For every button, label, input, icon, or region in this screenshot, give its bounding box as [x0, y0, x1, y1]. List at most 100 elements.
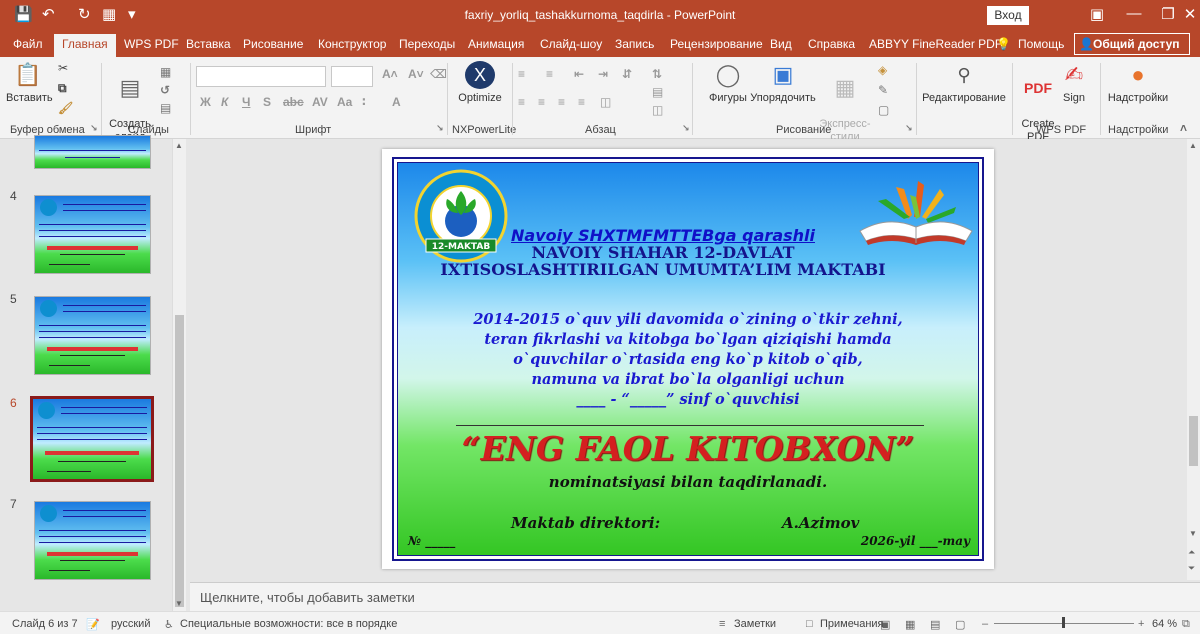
shadow-icon[interactable]: S	[263, 95, 271, 109]
normal-view-icon[interactable]: ▣	[880, 618, 890, 631]
close-icon[interactable]: ✕	[1180, 5, 1200, 23]
strikethrough-icon[interactable]: abc	[283, 95, 304, 109]
paragraph-launcher-icon[interactable]: ↘	[682, 123, 690, 134]
shape-outline-icon[interactable]: ✎	[878, 83, 888, 97]
ribbon-display-options-icon[interactable]: ▣	[1087, 5, 1107, 23]
lightbulb-icon[interactable]: 💡	[996, 37, 1011, 51]
bold-icon[interactable]: Ж	[200, 95, 211, 109]
notes-pane[interactable]: Щелкните, чтобы добавить заметки	[190, 582, 1200, 611]
clear-format-icon[interactable]: ⌫	[430, 67, 447, 81]
clipboard-launcher-icon[interactable]: ↘	[90, 123, 98, 134]
underline-icon[interactable]: Ч	[242, 95, 250, 109]
slide-thumbnail-7[interactable]	[34, 501, 151, 580]
font-size-combo[interactable]	[331, 66, 373, 87]
slide-thumbnail-4[interactable]	[34, 195, 151, 274]
slide-counter[interactable]: Слайд 6 из 7	[12, 618, 78, 630]
paste-button[interactable]: 📋 Вставить	[6, 61, 53, 105]
tab-wps-pdf[interactable]: WPS PDF	[124, 37, 179, 51]
zoom-out-icon[interactable]: –	[982, 618, 988, 630]
collapse-ribbon-icon[interactable]: ˄	[1180, 121, 1187, 135]
sign-button[interactable]: ✍ Sign	[1056, 61, 1092, 105]
reset-icon[interactable]: ↺	[160, 83, 170, 97]
zoom-in-icon[interactable]: +	[1138, 618, 1144, 630]
shapes-button[interactable]: ◯ Фигуры	[700, 61, 756, 105]
addins-button[interactable]: ● Надстройки	[1104, 61, 1172, 105]
tab-slideshow[interactable]: Слайд-шоу	[540, 37, 602, 51]
comments-toggle-button[interactable]: Примечания	[820, 618, 884, 630]
slide-thumbnail-5[interactable]	[34, 296, 151, 375]
current-slide[interactable]: 12-MAKTAB Navoiy SHXTMFMTTEBga qarashli …	[382, 149, 994, 569]
format-painter-icon[interactable]: 🖌	[58, 101, 73, 115]
italic-icon[interactable]: К	[221, 95, 228, 109]
align-text-icon[interactable]: ▤	[652, 85, 663, 99]
align-left-icon[interactable]: ≡	[518, 95, 525, 109]
scrollbar-thumb[interactable]	[1189, 416, 1198, 466]
slide-thumbnail-6[interactable]	[30, 396, 154, 482]
previous-slide-icon[interactable]: ⏶	[1188, 547, 1195, 558]
align-center-icon[interactable]: ≡	[538, 95, 545, 109]
spellcheck-icon[interactable]: 📝	[86, 618, 100, 631]
smartart-icon[interactable]: ◫	[652, 103, 663, 117]
tab-abbyy[interactable]: ABBYY FineReader PDF	[869, 37, 1002, 51]
maximize-icon[interactable]: ❐	[1158, 5, 1178, 23]
tab-draw[interactable]: Рисование	[243, 37, 303, 51]
scroll-down-icon[interactable]: ▼	[175, 599, 183, 608]
line-spacing-icon[interactable]: ⇵	[622, 67, 632, 81]
section-icon[interactable]: ▤	[160, 101, 171, 115]
layout-icon[interactable]: ▦	[160, 65, 171, 79]
shape-effects-icon[interactable]: ▢	[878, 103, 889, 117]
notes-toggle-button[interactable]: Заметки	[734, 618, 776, 630]
increase-font-icon[interactable]: A˄	[382, 67, 398, 81]
accessibility-icon[interactable]: ♿	[164, 618, 174, 631]
tab-animations[interactable]: Анимация	[468, 37, 524, 51]
text-direction-icon[interactable]: ⇅	[652, 67, 662, 81]
font-launcher-icon[interactable]: ↘	[436, 123, 444, 134]
fit-to-window-icon[interactable]: ⧉	[1182, 618, 1190, 631]
thumbnail-scrollbar[interactable]: ▲ ▼	[172, 139, 186, 611]
slide-sorter-icon[interactable]: ▦	[905, 618, 915, 631]
tab-record[interactable]: Запись	[615, 37, 654, 51]
shape-fill-icon[interactable]: ◈	[878, 63, 887, 77]
numbering-icon[interactable]: ≡	[546, 67, 553, 81]
copy-icon[interactable]: ⧉	[58, 81, 67, 96]
zoom-slider-thumb[interactable]	[1062, 617, 1065, 628]
scroll-up-icon[interactable]: ▲	[175, 141, 183, 150]
slideshow-view-icon[interactable]: ▢	[955, 618, 965, 631]
font-color-icon[interactable]: A	[392, 95, 401, 109]
slide-thumbnail-3[interactable]	[34, 135, 151, 169]
accessibility-status[interactable]: Специальные возможности: все в порядке	[180, 618, 397, 630]
change-case-icon[interactable]: Aa	[337, 95, 352, 109]
editing-button[interactable]: ⚲ Редактирование	[920, 61, 1008, 105]
sign-in-button[interactable]: Вход	[987, 6, 1029, 25]
tab-help[interactable]: Справка	[808, 37, 855, 51]
scrollbar-thumb[interactable]	[175, 315, 184, 607]
minimize-icon[interactable]: —	[1124, 5, 1144, 22]
justify-icon[interactable]: ≡	[578, 95, 585, 109]
font-family-combo[interactable]	[196, 66, 326, 87]
scroll-up-icon[interactable]: ▲	[1189, 141, 1197, 150]
next-slide-icon[interactable]: ⏷	[1188, 563, 1195, 574]
arrange-button[interactable]: ▣ Упорядочить	[750, 61, 816, 105]
tab-home[interactable]: Главная	[54, 34, 116, 57]
decrease-indent-icon[interactable]: ⇤	[574, 67, 584, 81]
tab-design[interactable]: Конструктор	[318, 37, 386, 51]
highlight-icon[interactable]: ∶	[362, 95, 366, 109]
tell-me-search[interactable]: Помощь	[1018, 37, 1064, 51]
tab-view[interactable]: Вид	[770, 37, 792, 51]
optimize-button[interactable]: X Optimize	[452, 61, 508, 105]
spacing-icon[interactable]: AV	[312, 95, 328, 109]
align-right-icon[interactable]: ≡	[558, 95, 565, 109]
language-indicator[interactable]: русский	[111, 618, 150, 630]
drawing-launcher-icon[interactable]: ↘	[905, 123, 913, 134]
decrease-font-icon[interactable]: A˅	[408, 67, 424, 81]
share-button[interactable]: 👤 Общий доступ	[1074, 33, 1190, 55]
reading-view-icon[interactable]: ▤	[930, 618, 940, 631]
tab-file[interactable]: Файл	[13, 37, 43, 51]
cut-icon[interactable]: ✂	[58, 61, 68, 75]
zoom-level[interactable]: 64 %	[1152, 618, 1177, 630]
bullets-icon[interactable]: ≡	[518, 67, 525, 81]
columns-icon[interactable]: ◫	[600, 95, 611, 109]
tab-review[interactable]: Рецензирование	[670, 37, 763, 51]
tab-insert[interactable]: Вставка	[186, 37, 231, 51]
tab-transitions[interactable]: Переходы	[399, 37, 455, 51]
